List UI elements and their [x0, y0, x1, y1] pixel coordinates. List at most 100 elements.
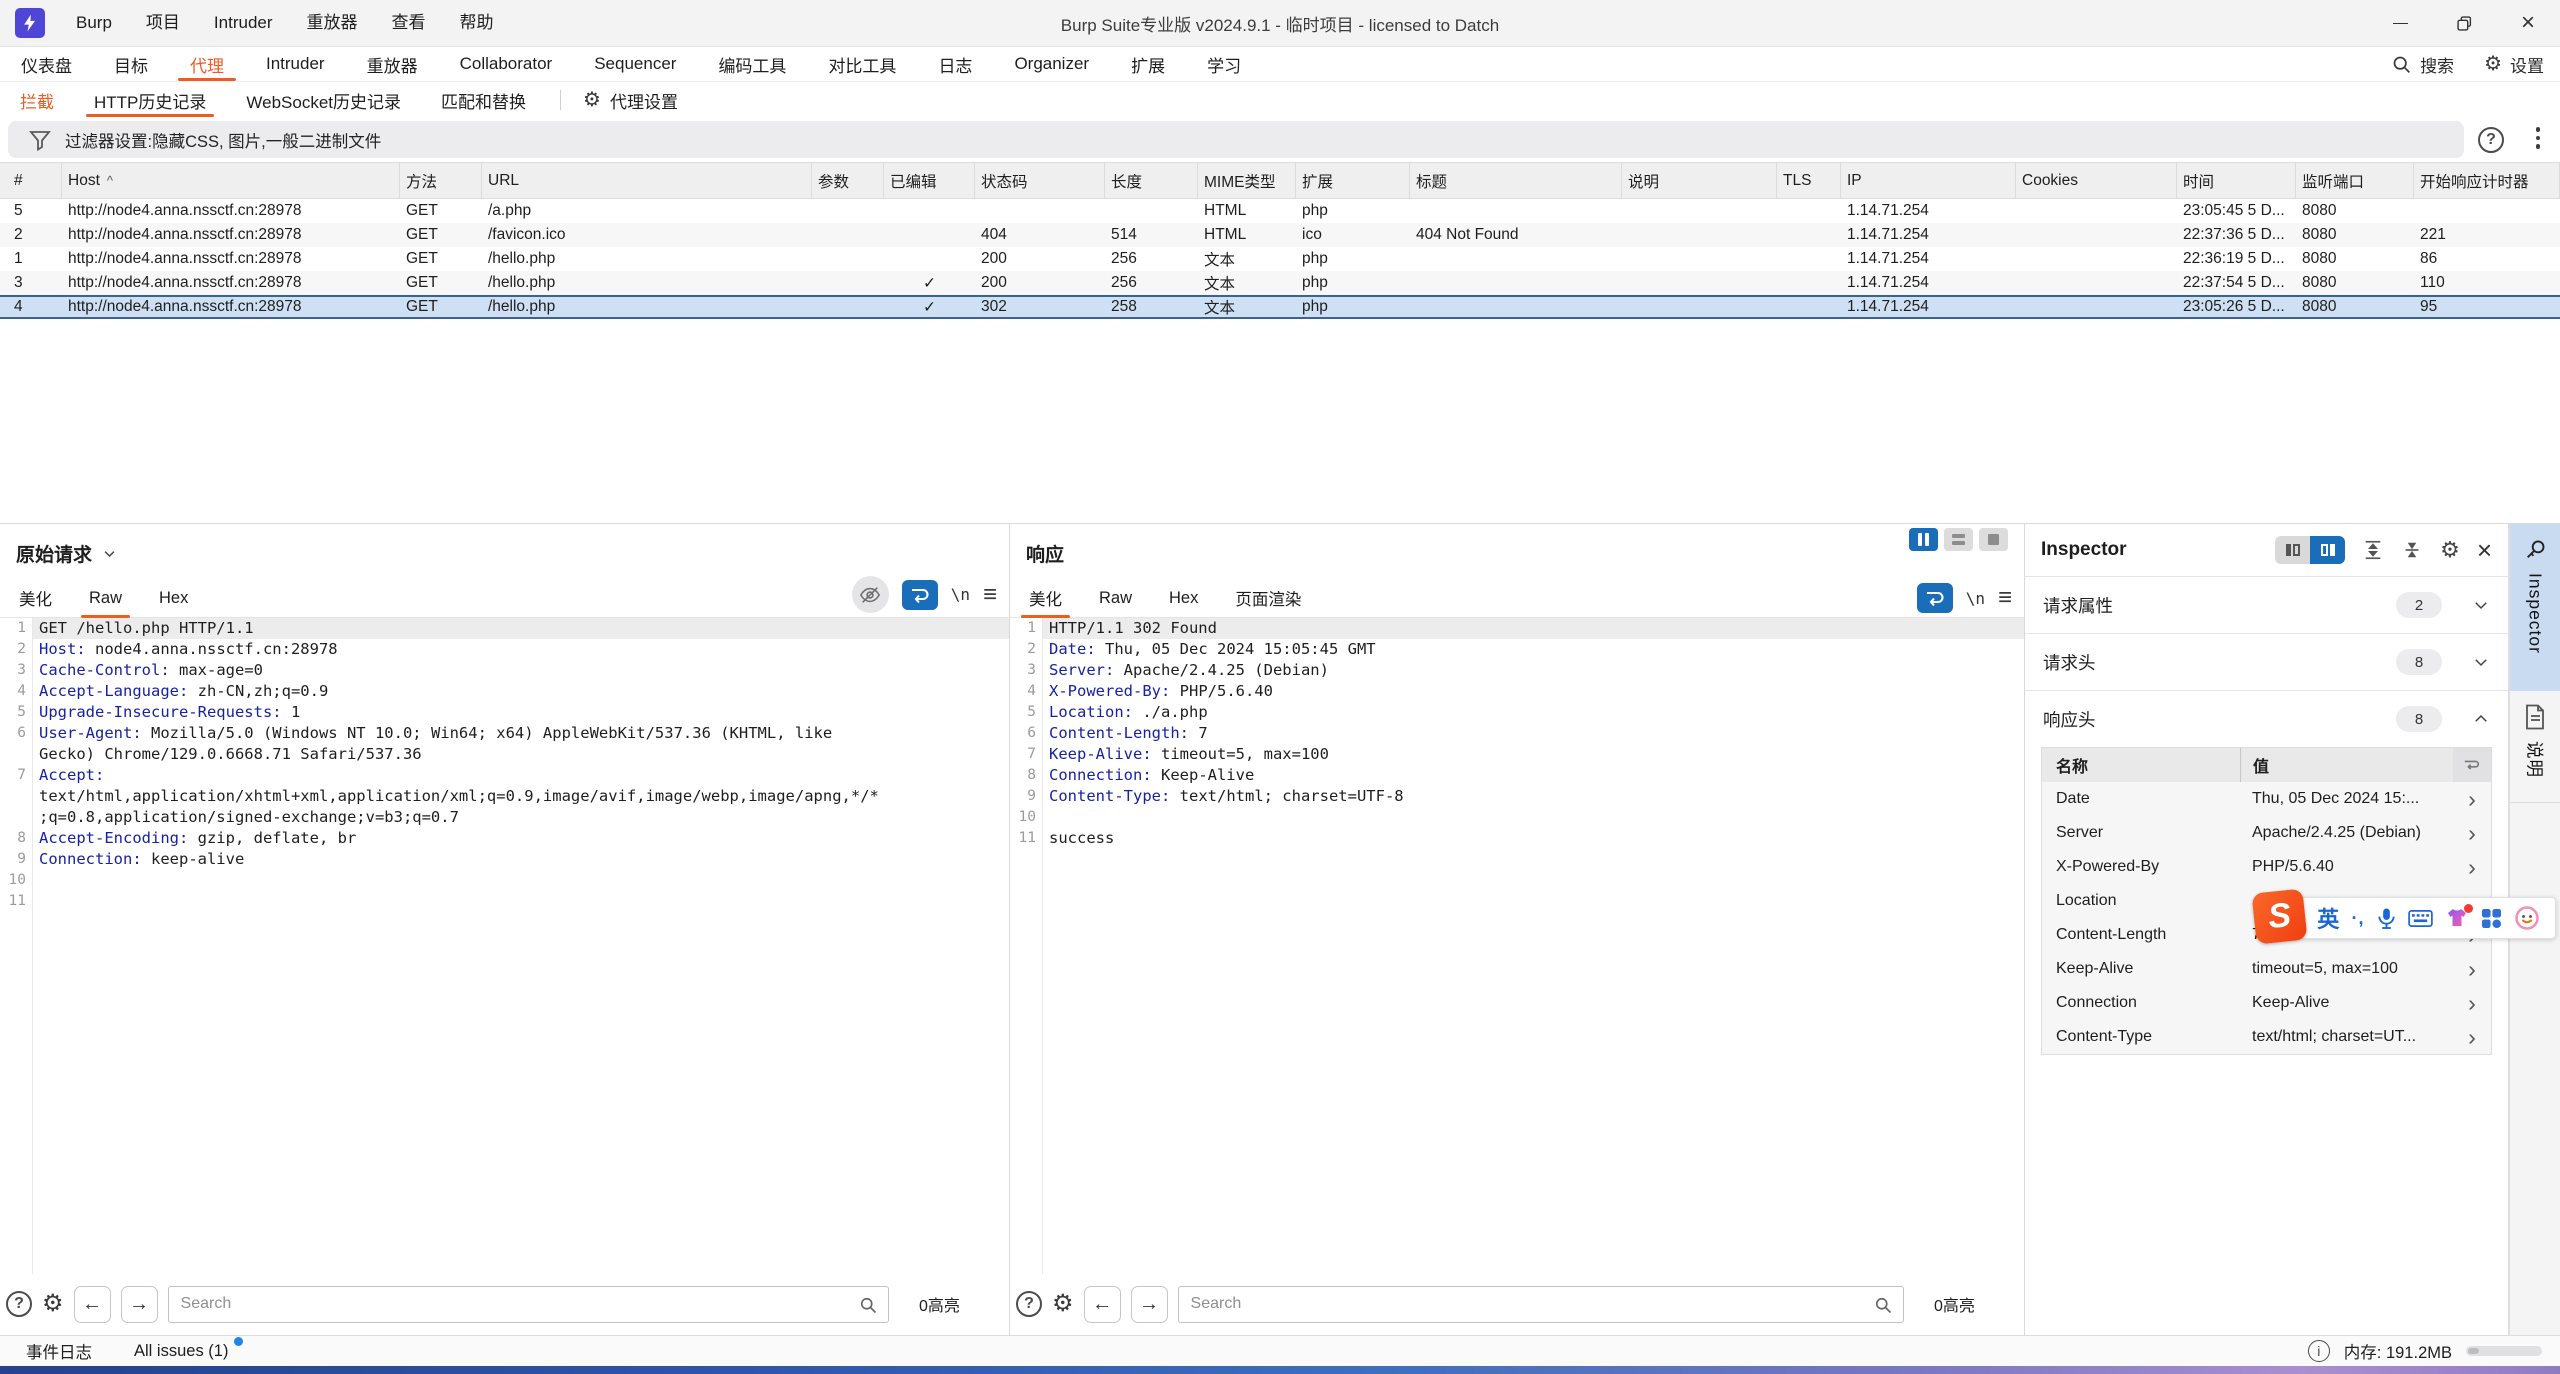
main-tab[interactable]: 对比工具 [807, 47, 917, 81]
search-input[interactable] [1179, 1287, 1903, 1322]
notes-side-tab[interactable]: 说明 [2510, 691, 2560, 803]
event-log-button[interactable]: 事件日志 [26, 1339, 92, 1363]
close-icon[interactable]: × [2477, 537, 2492, 563]
editor-tab[interactable]: Hex [159, 579, 188, 617]
restore-button[interactable] [2432, 0, 2496, 46]
request-panel-title[interactable]: 原始请求 [16, 540, 117, 567]
ime-emoji-icon[interactable] [2515, 906, 2539, 930]
ime-skin-icon[interactable] [2445, 907, 2469, 929]
expanded-view-button[interactable] [2310, 536, 2345, 564]
main-tab[interactable]: Organizer [993, 47, 1110, 81]
response-editor[interactable]: 1HTTP/1.1 302 Found2Date: Thu, 05 Dec 20… [1010, 618, 2024, 1274]
table-row[interactable]: 2http://node4.anna.nssctf.cn:28978GET/fa… [0, 223, 2560, 247]
sogou-logo-icon[interactable]: S [2251, 888, 2307, 944]
sub-tab[interactable]: WebSocket历史记录 [226, 82, 421, 118]
menu-item[interactable]: Intruder [197, 0, 290, 46]
header-row[interactable]: X-Powered-ByPHP/5.6.40› [2042, 850, 2491, 884]
main-tab[interactable]: 学习 [1186, 47, 1262, 81]
help-icon[interactable]: ? [6, 1291, 32, 1317]
column-header[interactable]: IP [1841, 163, 2016, 198]
kebab-menu-icon[interactable] [2536, 127, 2541, 149]
main-tab[interactable]: Intruder [245, 47, 346, 81]
filter-settings-bar[interactable]: 过滤器设置:隐藏CSS, 图片,一般二进制文件 [8, 121, 2464, 158]
collapse-all-icon[interactable] [2401, 539, 2423, 561]
help-icon[interactable]: ? [1016, 1291, 1042, 1317]
next-match-button[interactable]: → [1131, 1286, 1168, 1323]
gear-icon[interactable]: ⚙ [42, 1292, 64, 1316]
main-tab[interactable]: 日志 [917, 47, 993, 81]
microphone-icon[interactable] [2377, 907, 2396, 930]
column-header[interactable]: 标题 [1410, 163, 1622, 198]
previous-match-button[interactable]: ← [74, 1286, 111, 1323]
main-tab[interactable]: 编码工具 [697, 47, 807, 81]
column-header[interactable]: 扩展 [1296, 163, 1410, 198]
header-row[interactable]: Keep-Alivetimeout=5, max=100› [2042, 952, 2491, 986]
info-icon[interactable]: i [2308, 1340, 2330, 1362]
editor-tab[interactable]: Hex [1169, 579, 1198, 617]
all-issues-button[interactable]: All issues (1) [134, 1342, 228, 1361]
request-editor[interactable]: 1GET /hello.php HTTP/1.12Host: node4.ann… [0, 618, 1009, 1274]
main-tab[interactable]: Sequencer [573, 47, 697, 81]
next-match-button[interactable]: → [121, 1286, 158, 1323]
wrap-lines-button[interactable] [902, 580, 938, 610]
layout-single-button[interactable] [1979, 528, 2008, 551]
column-header[interactable]: 监听端口 [2296, 163, 2414, 198]
inspector-section[interactable]: 请求头8 [2025, 633, 2508, 690]
column-header[interactable]: MIME类型 [1198, 163, 1296, 198]
column-header[interactable]: TLS [1777, 163, 1841, 198]
search-button[interactable]: 搜索 [2391, 52, 2454, 77]
sub-tab[interactable]: 拦截 [0, 82, 74, 118]
table-row[interactable]: 4http://node4.anna.nssctf.cn:28978GET/he… [0, 295, 2560, 319]
ime-toolbox-icon[interactable] [2481, 908, 2502, 929]
expand-all-icon[interactable] [2362, 539, 2384, 561]
proxy-settings-button[interactable]: ⚙ 代理设置 [575, 88, 686, 113]
inspector-section[interactable]: 响应头8 [2025, 690, 2508, 747]
sub-tab[interactable]: 匹配和替换 [421, 82, 546, 118]
table-row[interactable]: 3http://node4.anna.nssctf.cn:28978GET/he… [0, 271, 2560, 295]
column-header[interactable]: 说明 [1622, 163, 1777, 198]
ime-language-mode[interactable]: 英 [2317, 902, 2339, 934]
column-header[interactable]: 时间 [2177, 163, 2296, 198]
minimize-button[interactable] [2368, 0, 2432, 46]
main-tab[interactable]: 代理 [169, 47, 245, 81]
column-header[interactable]: 状态码 [975, 163, 1105, 198]
main-tab[interactable]: 仪表盘 [0, 47, 93, 81]
layout-columns-button[interactable] [1909, 528, 1938, 551]
inspector-section[interactable]: 请求属性2 [2025, 576, 2508, 633]
main-tab[interactable]: Collaborator [439, 47, 574, 81]
editor-menu-icon[interactable]: ≡ [983, 583, 997, 607]
previous-match-button[interactable]: ← [1084, 1286, 1121, 1323]
column-header[interactable]: 开始响应计时器 [2414, 163, 2560, 198]
settings-button[interactable]: ⚙ 设置 [2484, 52, 2544, 77]
docked-view-button[interactable] [2275, 536, 2310, 564]
editor-tab[interactable]: 美化 [19, 579, 52, 617]
column-header[interactable]: 已编辑 [884, 163, 975, 198]
column-header[interactable]: Host^ [62, 163, 400, 198]
hide-nonprintable-button[interactable] [852, 576, 889, 613]
wrap-lines-button[interactable] [1917, 583, 1953, 613]
editor-tab[interactable]: Raw [89, 579, 122, 617]
newline-toggle[interactable]: \n [951, 585, 970, 604]
gear-icon[interactable]: ⚙ [2440, 539, 2460, 561]
column-header[interactable]: 方法 [400, 163, 482, 198]
gear-icon[interactable]: ⚙ [1052, 1292, 1074, 1316]
search-input[interactable] [169, 1287, 888, 1322]
table-row[interactable]: 1http://node4.anna.nssctf.cn:28978GET/he… [0, 247, 2560, 271]
header-row[interactable]: Content-Typetext/html; charset=UT...› [2042, 1020, 2491, 1054]
close-button[interactable]: × [2496, 0, 2560, 46]
editor-tab[interactable]: 页面渲染 [1235, 579, 1301, 617]
menu-item[interactable]: Burp [59, 0, 129, 46]
column-header[interactable]: 长度 [1105, 163, 1198, 198]
sub-tab[interactable]: HTTP历史记录 [74, 82, 226, 118]
newline-toggle[interactable]: \n [1966, 589, 1985, 608]
header-row[interactable]: ConnectionKeep-Alive› [2042, 986, 2491, 1020]
header-row[interactable]: DateThu, 05 Dec 2024 15:...› [2042, 782, 2491, 816]
wrap-column-icon[interactable] [2453, 748, 2491, 782]
main-tab[interactable]: 重放器 [346, 47, 439, 81]
help-icon[interactable]: ? [2478, 127, 2504, 153]
editor-tab[interactable]: 美化 [1029, 579, 1062, 617]
main-tab[interactable]: 扩展 [1110, 47, 1186, 81]
ime-punctuation-icon[interactable]: ·, [2351, 908, 2364, 929]
editor-menu-icon[interactable]: ≡ [1998, 586, 2012, 610]
main-tab[interactable]: 目标 [93, 47, 169, 81]
